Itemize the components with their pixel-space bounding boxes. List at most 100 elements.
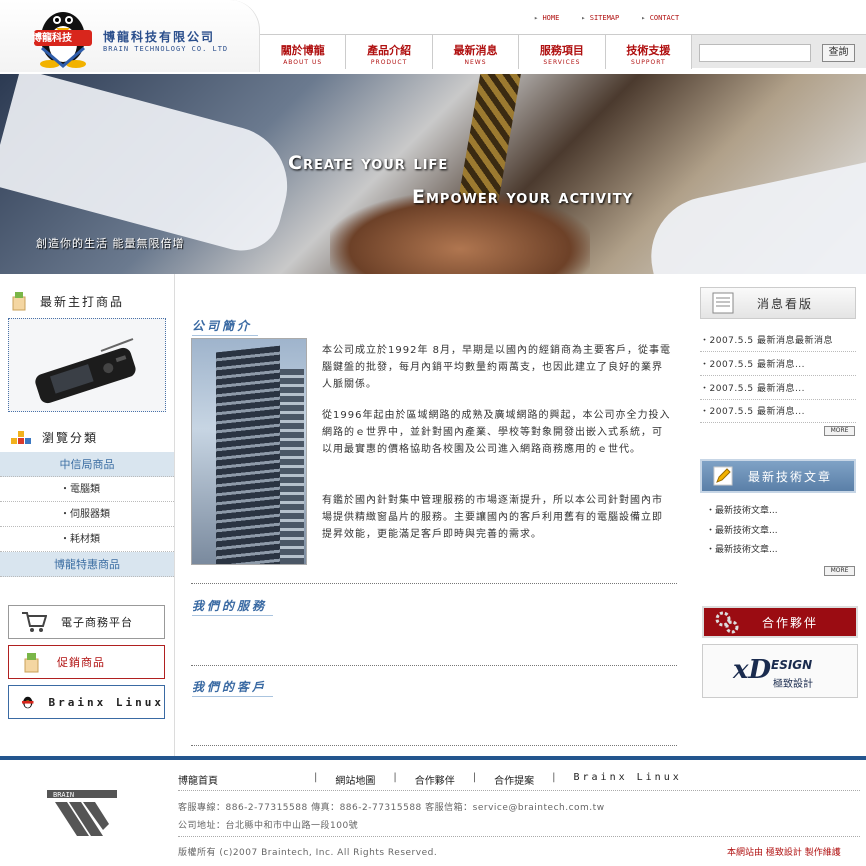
footer-separator: | (314, 772, 318, 783)
category-subitem[interactable]: ・耗材類 (0, 527, 174, 552)
tech-articles-header[interactable]: 最新技術文章 (700, 459, 856, 493)
banner-sleeve (640, 160, 866, 274)
nav-label-cn: 產品介紹 (367, 44, 412, 57)
category-subitem[interactable]: ・伺服器類 (0, 502, 174, 527)
footer-home-link[interactable]: 博龍首頁 (178, 772, 218, 787)
nav-news[interactable]: 最新消息 NEWS (433, 35, 520, 69)
news-board-header[interactable]: 消息看版 (700, 287, 856, 319)
shopping-cart-icon (22, 612, 47, 632)
featured-title: 最新主打商品 (10, 290, 124, 312)
tech-article-item[interactable]: ・最新技術文章... (706, 503, 778, 516)
penguin-icon (22, 696, 34, 709)
nav-label-en: SERVICES (543, 59, 581, 66)
footer-address: 公司地址：台北縣中和市中山路一段100號 (178, 821, 359, 831)
footer-credit[interactable]: 本網站由 極致設計 製作維護 (727, 845, 841, 858)
nav-support[interactable]: 技術支援 SUPPORT (606, 35, 693, 69)
tech-article-item[interactable]: ・最新技術文章... (706, 523, 778, 536)
category-subitem[interactable]: ・電腦類 (0, 477, 174, 502)
nav-label-en: SUPPORT (631, 59, 666, 66)
partner-logo-xdesign[interactable]: xD ESIGN 極致設計 (702, 644, 858, 698)
banner-sleeve (0, 74, 301, 260)
building-tower (216, 345, 280, 564)
browse-title: 瀏覽分類 (10, 426, 98, 448)
banner-headline-2: Empower your activity (412, 186, 634, 208)
nav-label-en: PRODUCT (370, 59, 408, 66)
pda-device-icon (35, 338, 136, 404)
promotion-button[interactable]: 促銷商品 (8, 645, 165, 679)
sitemap-link[interactable]: SITEMAP (581, 14, 620, 22)
brand-name-en: BRAIN TECHNOLOGY CO. LTD (103, 45, 229, 53)
nav-label-cn: 最新消息 (453, 44, 498, 57)
pencil-icon (713, 466, 733, 486)
promotion-box-icon (24, 653, 39, 673)
news-item[interactable]: ・2007.5.5 最新消息... (700, 404, 856, 423)
news-item[interactable]: ・2007.5.5 最新消息... (700, 381, 856, 400)
promotion-label: 促銷商品 (57, 656, 105, 669)
featured-product-image[interactable] (8, 318, 166, 412)
services-title: 我們的服務 (192, 599, 274, 616)
news-board-title: 消息看版 (757, 296, 814, 311)
search-button[interactable]: 查詢 (822, 44, 855, 62)
footer-proposal-link[interactable]: 合作提案 (494, 772, 534, 787)
intro-title: 公司簡介 (192, 319, 259, 336)
nav-label-en: NEWS (464, 59, 487, 66)
left-sidebar: 最新主打商品 瀏覽分類 中信局商品 ・電腦類 ・伺服器類 ・耗材類 博龍特惠商品 (0, 274, 175, 758)
category-item[interactable]: 中信局商品 (0, 452, 174, 477)
footer-divider (178, 836, 860, 837)
contact-link[interactable]: CONTACT (641, 14, 680, 22)
news-item[interactable]: ・2007.5.5 最新消息... (700, 357, 856, 376)
brainx-linux-label: Brainx Linux (48, 695, 164, 709)
search-input[interactable] (699, 44, 811, 62)
divider (191, 665, 677, 666)
banner-headline-1: Create your life (288, 152, 449, 174)
nav-label-cn: 技術支援 (626, 44, 671, 57)
intro-paragraph: 本公司成立於1992年 8月，早期是以國內的經銷商為主要客戶，從事電腦鍵盤的批發… (322, 345, 671, 390)
nav-label-cn: 服務項目 (539, 44, 584, 57)
footer-contact: 客服專線：886-2-77315588 傳真：886-2-77315588 客服… (178, 803, 605, 813)
nav-services[interactable]: 服務項目 SERVICES (519, 35, 606, 69)
nav-about[interactable]: 關於博龍 ABOUT US (260, 35, 347, 69)
category-list: 中信局商品 ・電腦類 ・伺服器類 ・耗材類 博龍特惠商品 (0, 452, 174, 577)
footer-separator: | (552, 772, 556, 783)
footer-divider (178, 790, 860, 791)
news-more-button[interactable]: MORE (824, 426, 855, 436)
tech-articles-title: 最新技術文章 (748, 469, 833, 484)
nav-product[interactable]: 產品介紹 PRODUCT (346, 35, 433, 69)
footer: BRAIN 博龍首頁 | 網站地圖 | 合作夥伴 | 合作提案 | Brainx… (0, 756, 866, 866)
footer-nav: 博龍首頁 | 網站地圖 | 合作夥伴 | 合作提案 | Brainx Linux (178, 772, 700, 787)
footer-separator: | (393, 772, 397, 783)
banner-subtitle: 創造你的生活 能量無限倍增 (36, 237, 185, 250)
news-item[interactable]: ・2007.5.5 最新消息最新消息 (700, 333, 856, 352)
clients-title: 我們的客戶 (192, 680, 274, 697)
footer-linux-link[interactable]: Brainx Linux (574, 772, 682, 787)
footer-separator: | (472, 772, 477, 783)
brain-footer-logo-icon: BRAIN (47, 790, 117, 836)
category-item[interactable]: 博龍特惠商品 (0, 552, 174, 577)
browse-title-text: 瀏覽分類 (42, 430, 99, 445)
featured-title-text: 最新主打商品 (40, 294, 125, 309)
document-icon (712, 292, 734, 314)
footer-partners-link[interactable]: 合作夥伴 (415, 772, 455, 787)
home-link[interactable]: HOME (534, 14, 559, 22)
ecommerce-label: 電子商務平台 (61, 616, 133, 629)
tech-article-item[interactable]: ・最新技術文章... (706, 542, 778, 555)
main-content: 公司簡介 本公司成立於1992年 8月，早期是以國內的經銷商為主要客戶，從事電腦… (176, 274, 691, 758)
hero-banner: Create your life Empower your activity 創… (0, 74, 866, 274)
header: 博龍科技 博龍科技有限公司 BRAIN TECHNOLOGY CO. LTD H… (0, 0, 866, 74)
brainx-linux-button[interactable]: Brainx Linux (8, 685, 165, 719)
brand-name-cn: 博龍科技有限公司 (103, 30, 216, 44)
nav-label-en: ABOUT US (283, 59, 323, 66)
logo-area[interactable]: 博龍科技 博龍科技有限公司 BRAIN TECHNOLOGY CO. LTD (0, 0, 260, 72)
partner-logo-word: ESIGN (771, 658, 813, 672)
footer-logo-text: BRAIN (53, 791, 74, 799)
divider (191, 583, 677, 584)
ecommerce-button[interactable]: 電子商務平台 (8, 605, 165, 639)
divider (191, 745, 677, 746)
nav-label-cn: 關於博龍 (280, 44, 325, 57)
partners-header[interactable]: 合作夥伴 (702, 606, 858, 638)
footer-sitemap-link[interactable]: 網站地圖 (335, 772, 375, 787)
top-links: HOME SITEMAP CONTACT (534, 14, 679, 22)
product-box-icon (12, 292, 26, 311)
building-tower (280, 369, 304, 564)
tech-more-button[interactable]: MORE (824, 566, 855, 576)
